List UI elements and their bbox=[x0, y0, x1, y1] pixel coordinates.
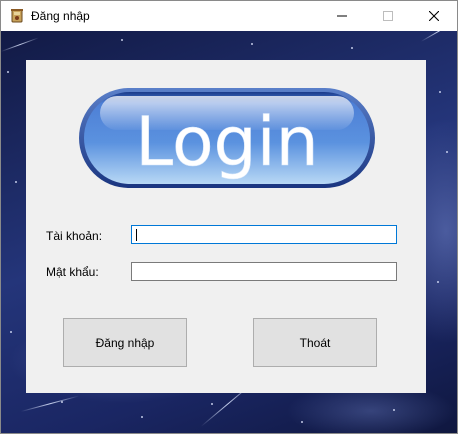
app-icon bbox=[9, 8, 25, 24]
login-button[interactable]: Đăng nhập bbox=[63, 318, 187, 367]
text-caret bbox=[136, 229, 137, 241]
title-bar[interactable]: Đăng nhập bbox=[1, 1, 457, 31]
minimize-icon bbox=[337, 15, 347, 17]
exit-button[interactable]: Thoát bbox=[253, 318, 377, 367]
login-logo: Login bbox=[78, 87, 376, 189]
login-window: Đăng nhập Login Tài khoản: Mật khẩu: Đăn… bbox=[0, 0, 458, 434]
window-title: Đăng nhập bbox=[31, 9, 90, 23]
password-input[interactable] bbox=[131, 262, 397, 281]
close-icon bbox=[429, 11, 439, 21]
username-input[interactable] bbox=[131, 225, 397, 244]
close-button[interactable] bbox=[411, 1, 457, 31]
maximize-icon bbox=[383, 11, 393, 21]
password-label: Mật khẩu: bbox=[46, 265, 99, 279]
minimize-button[interactable] bbox=[319, 1, 365, 31]
logo-text: Login bbox=[135, 103, 318, 182]
window-background: Login Tài khoản: Mật khẩu: Đăng nhập Tho… bbox=[1, 31, 457, 433]
username-label: Tài khoản: bbox=[46, 229, 103, 243]
login-panel: Login Tài khoản: Mật khẩu: Đăng nhập Tho… bbox=[26, 60, 426, 393]
maximize-button[interactable] bbox=[365, 1, 411, 31]
